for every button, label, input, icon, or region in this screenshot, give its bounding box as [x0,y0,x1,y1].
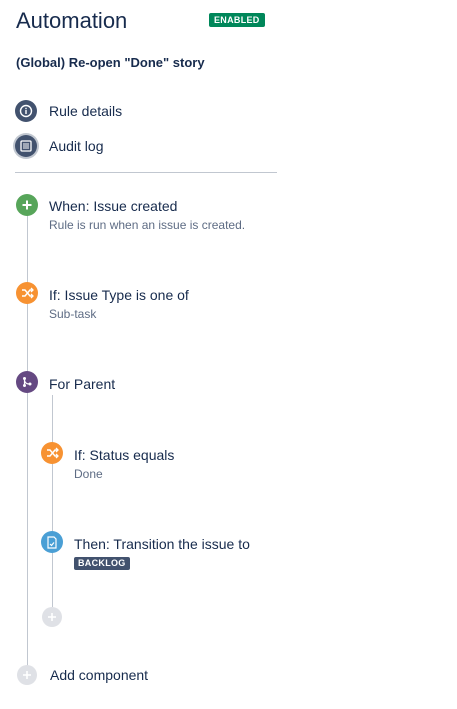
nav-rule-details-label: Rule details [49,103,123,119]
document-icon [41,531,63,553]
list-icon [15,135,37,157]
add-nested-component-button[interactable] [42,607,62,627]
shuffle-icon [16,282,38,304]
branch-icon [16,371,38,393]
status-badge-backlog: BACKLOG [74,557,130,570]
plus-icon [17,665,37,685]
branch-flow-line [52,395,53,607]
component-trigger-subtitle: Rule is run when an issue is created. [49,218,246,232]
add-component-button[interactable]: Add component [17,665,148,685]
divider [15,172,277,173]
plus-icon [48,613,56,621]
component-branch-parent-title: For Parent [49,376,116,392]
component-condition-issue-type-subtitle: Sub-task [49,307,97,321]
status-badge: ENABLED [209,13,265,27]
component-condition-issue-type-title: If: Issue Type is one of [49,287,189,303]
rule-name: (Global) Re-open "Done" story [16,55,205,70]
info-icon [15,100,37,122]
shuffle-icon [41,442,63,464]
add-component-label: Add component [50,667,149,683]
component-trigger-title: When: Issue created [49,198,178,214]
component-condition-status-subtitle: Done [74,467,103,481]
nav-audit-log-label: Audit log [49,138,104,154]
component-condition-status-title: If: Status equals [74,447,175,463]
nav-audit-log[interactable]: Audit log [15,134,103,158]
plus-icon [16,194,38,216]
page-title: Automation [16,8,128,33]
nav-rule-details[interactable]: Rule details [15,99,122,123]
component-action-transition-title: Then: Transition the issue to [74,536,250,552]
